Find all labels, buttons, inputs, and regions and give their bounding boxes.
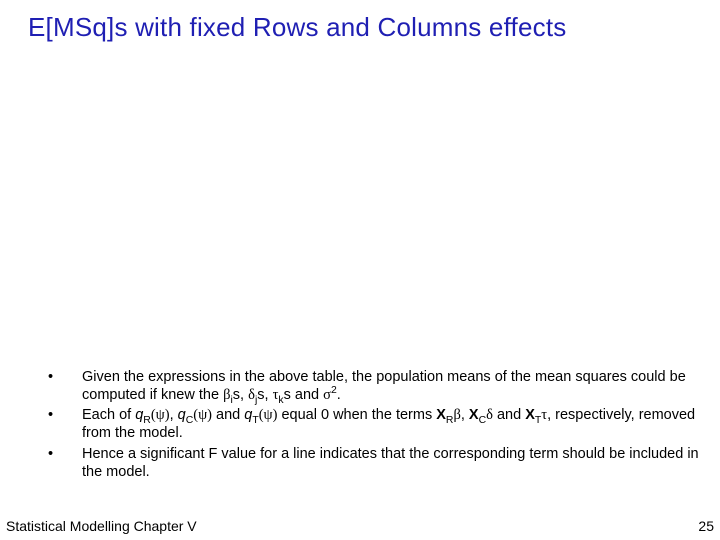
page-number: 25 (698, 518, 714, 534)
slide-title: E[MSq]s with fixed Rows and Columns effe… (0, 0, 720, 43)
bullet-list: • Given the expressions in the above tab… (42, 368, 700, 483)
bullet-marker: • (42, 445, 82, 481)
list-item: • Hence a significant F value for a line… (42, 445, 700, 481)
list-item: • Given the expressions in the above tab… (42, 368, 700, 404)
bullet-text: Hence a significant F value for a line i… (82, 445, 700, 481)
bullet-text: Given the expressions in the above table… (82, 368, 700, 404)
bullet-marker: • (42, 368, 82, 404)
bullet-marker: • (42, 406, 82, 442)
list-item: • Each of qR(ψ), qC(ψ) and qT(ψ) equal 0… (42, 406, 700, 442)
footer-left: Statistical Modelling Chapter V (6, 518, 197, 534)
bullet-text: Each of qR(ψ), qC(ψ) and qT(ψ) equal 0 w… (82, 406, 700, 442)
